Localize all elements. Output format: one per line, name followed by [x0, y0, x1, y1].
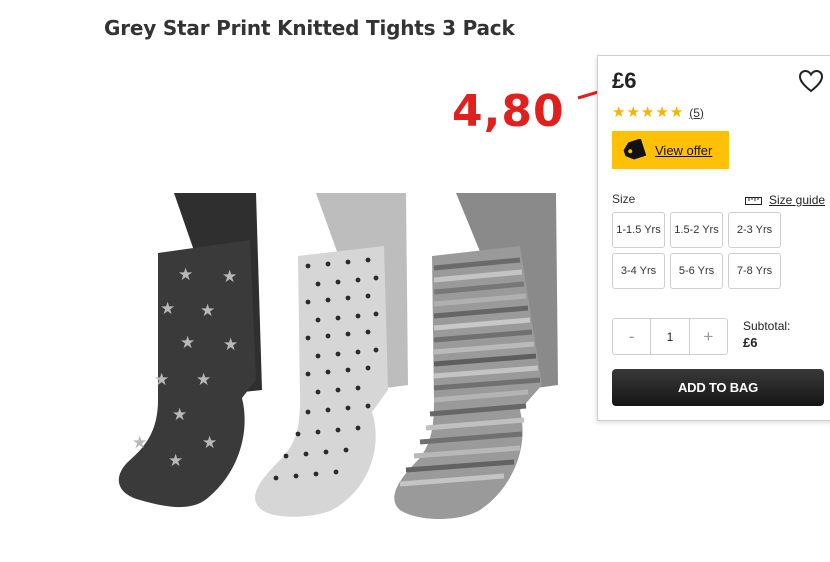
price: £6 — [612, 68, 637, 93]
svg-text:★: ★ — [172, 405, 187, 425]
svg-text:★: ★ — [200, 301, 215, 321]
svg-text:★: ★ — [154, 370, 169, 390]
svg-text:★: ★ — [223, 335, 238, 355]
subtotal-label: Subtotal: — [743, 319, 791, 333]
quantity-value[interactable]: 1 — [650, 319, 690, 354]
ruler-icon — [745, 197, 762, 205]
svg-text:★: ★ — [196, 370, 211, 390]
product-title: Grey Star Print Knitted Tights 3 Pack — [104, 16, 515, 40]
size-option[interactable]: 1-1.5 Yrs — [612, 212, 665, 248]
svg-text:★: ★ — [180, 333, 195, 353]
add-to-bag-button[interactable]: ADD TO BAG — [612, 369, 824, 406]
size-option[interactable]: 2-3 Yrs — [728, 212, 781, 248]
star-icon: ★ — [655, 104, 669, 121]
subtotal-value: £6 — [743, 335, 758, 350]
star-icon: ★ — [626, 104, 640, 121]
svg-text:★: ★ — [160, 299, 175, 319]
annotated-price: 4,80 — [452, 86, 565, 137]
purchase-panel: £6 ★ ★ ★ ★ ★ (5) View offer Size Size gu… — [597, 55, 830, 421]
view-offer-label: View offer — [655, 142, 713, 158]
size-option[interactable]: 7-8 Yrs — [728, 253, 781, 289]
star-icon: ★ — [640, 104, 655, 121]
svg-text:★: ★ — [178, 265, 193, 285]
svg-text:★: ★ — [132, 433, 147, 453]
star-icon: ★ — [612, 104, 626, 121]
product-image: ★ ★ ★ ★ ★ ★ ★ ★ ★★ ★★ — [118, 193, 558, 519]
svg-text:★: ★ — [168, 451, 183, 471]
size-guide-link[interactable]: Size guide — [745, 193, 825, 207]
size-label: Size — [612, 192, 636, 206]
quantity-stepper: - 1 + — [612, 318, 728, 355]
tag-icon — [623, 139, 646, 160]
size-guide-label: Size guide — [769, 193, 826, 207]
view-offer-button[interactable]: View offer — [612, 131, 729, 169]
increase-quantity-button[interactable]: + — [690, 319, 727, 354]
size-options: 1-1.5 Yrs 1.5-2 Yrs 2-3 Yrs 3-4 Yrs 5-6 … — [612, 212, 781, 289]
svg-text:★: ★ — [202, 433, 217, 453]
rating-stars[interactable]: ★ ★ ★ ★ ★ (5) — [612, 105, 704, 120]
heart-icon[interactable] — [798, 69, 824, 93]
svg-text:★: ★ — [222, 267, 237, 287]
review-count-link[interactable]: (5) — [689, 106, 704, 120]
size-option[interactable]: 3-4 Yrs — [612, 253, 665, 289]
star-icon: ★ — [669, 104, 684, 121]
size-option[interactable]: 5-6 Yrs — [670, 253, 723, 289]
decrease-quantity-button[interactable]: - — [613, 319, 650, 354]
size-option[interactable]: 1.5-2 Yrs — [670, 212, 723, 248]
